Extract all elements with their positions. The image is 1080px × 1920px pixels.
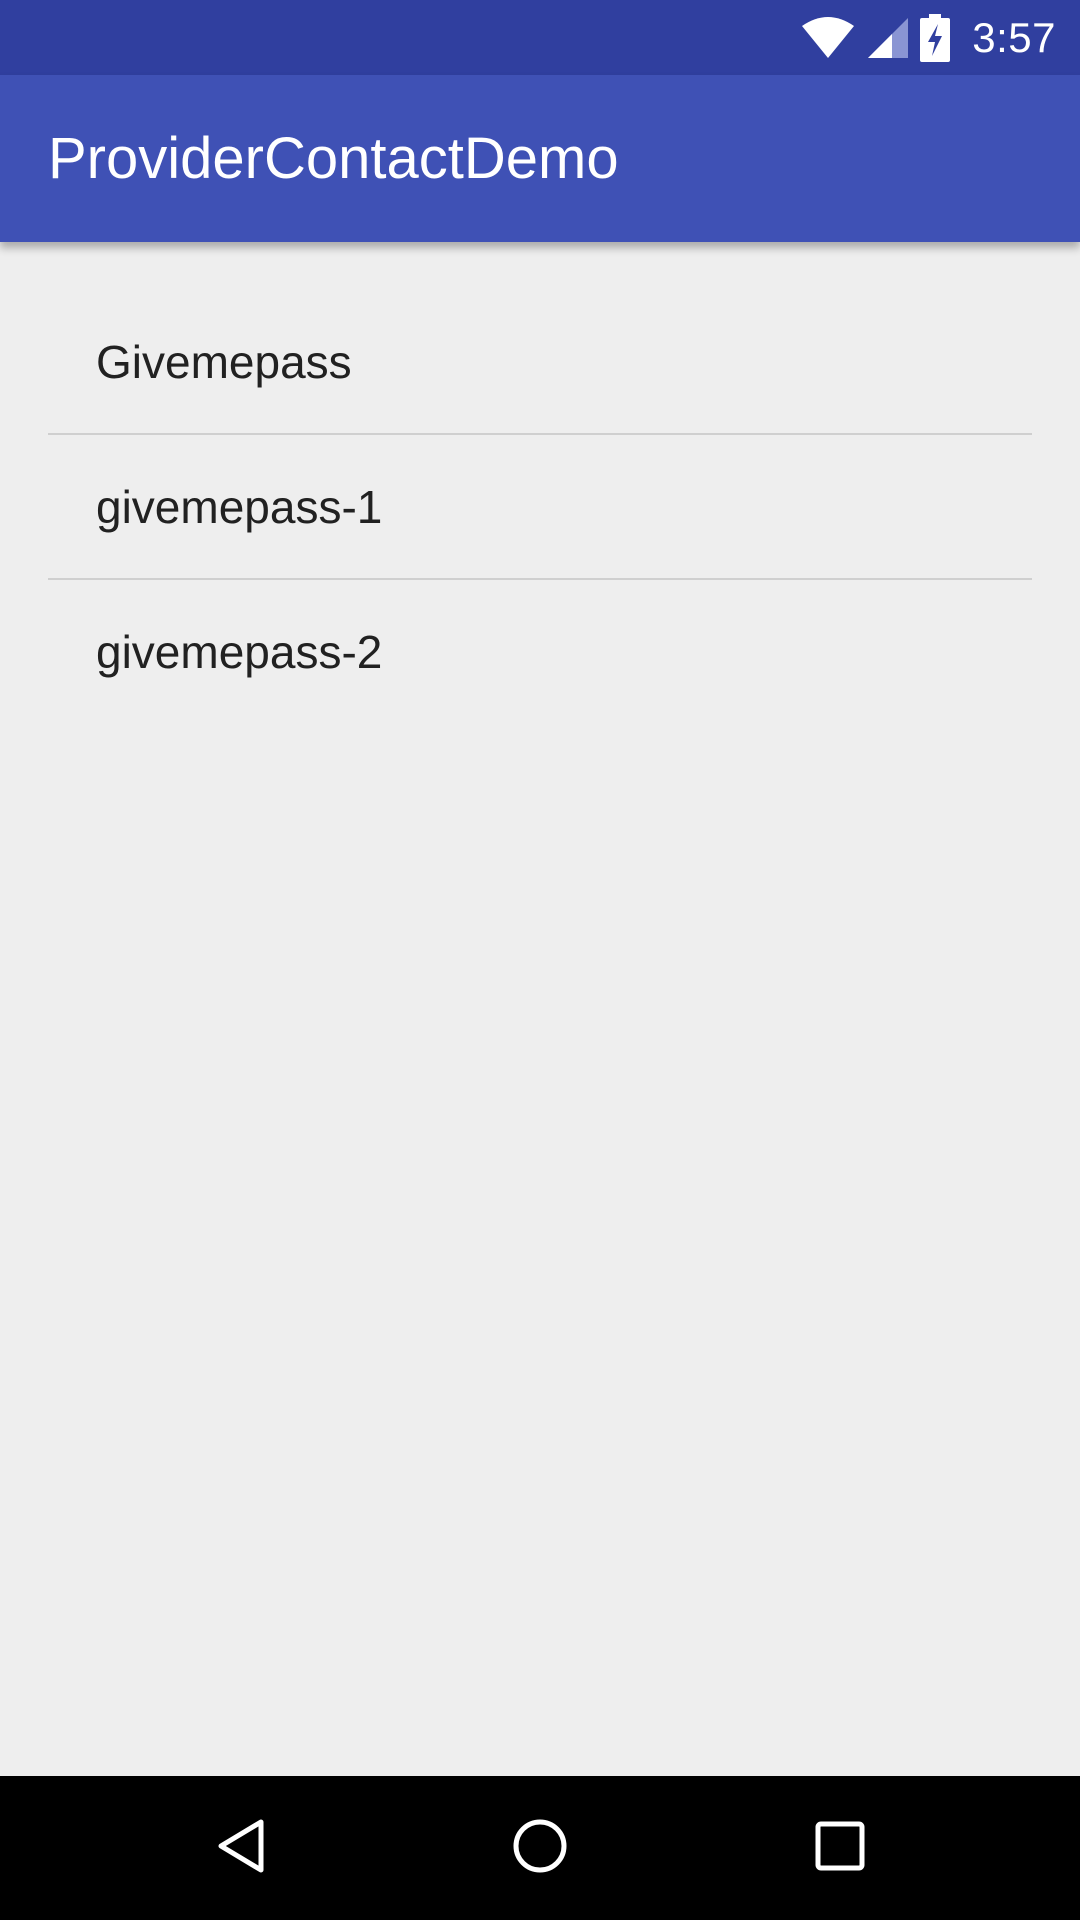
cell-signal-icon [866,16,910,60]
contact-list-item[interactable]: givemepass-2 [48,580,1032,725]
contact-name: givemepass-2 [96,626,383,678]
wifi-icon [800,16,856,60]
status-icons: 3:57 [800,0,1056,75]
home-icon [510,1816,570,1881]
app-title: ProviderContactDemo [48,126,619,191]
contact-list: Givemepass givemepass-1 givemepass-2 [48,290,1032,725]
recents-button[interactable] [760,1776,920,1920]
back-button[interactable] [161,1776,321,1920]
status-clock: 3:57 [972,13,1056,61]
screen: 3:57 ProviderContactDemo Givemepass give… [0,0,1080,1920]
contact-name: Givemepass [96,336,352,388]
contact-name: givemepass-1 [96,481,383,533]
status-bar: 3:57 [0,0,1080,75]
home-button[interactable] [460,1776,620,1920]
recents-icon [810,1816,870,1881]
contact-list-item[interactable]: givemepass-1 [48,435,1032,580]
contact-list-item[interactable]: Givemepass [48,290,1032,435]
back-icon [211,1816,271,1881]
app-bar: ProviderContactDemo [0,75,1080,242]
navigation-bar [0,1776,1080,1920]
battery-charging-icon [920,13,951,62]
